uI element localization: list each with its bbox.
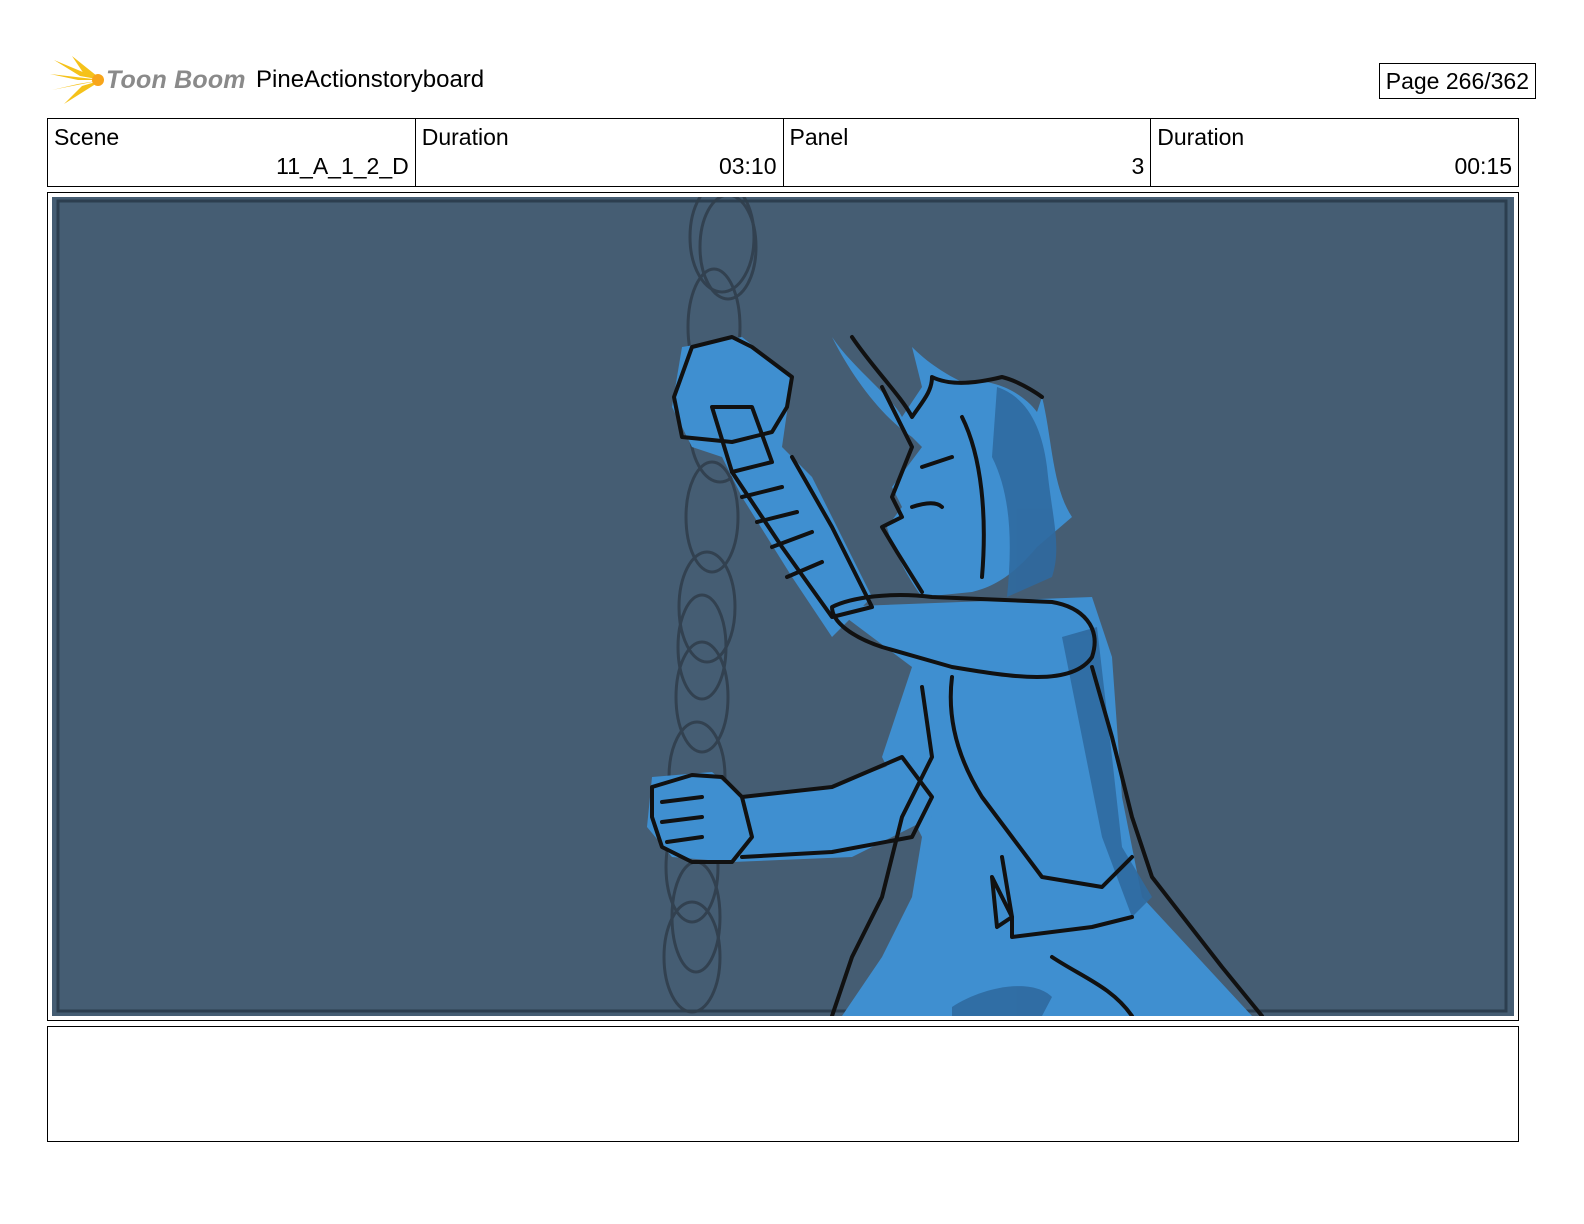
toon-boom-logo: Toon Boom [50, 54, 246, 106]
scene-label: Scene [54, 124, 120, 150]
scene-duration-label: Duration [421, 124, 509, 150]
starburst-logo-icon [50, 56, 104, 104]
scene-cell: Scene 11_A_1_2_D [48, 119, 416, 186]
scene-value: 11_A_1_2_D [276, 153, 409, 179]
chain-sketch [662, 197, 758, 1014]
page-number: Page 266/362 [1378, 63, 1536, 99]
scene-info-table: Scene 11_A_1_2_D Duration 03:10 Panel 3 … [47, 118, 1519, 187]
page-header: Toon Boom PineActionstoryboard Page 266/… [48, 52, 1536, 108]
panel-notes-box[interactable] [47, 1026, 1519, 1142]
panel-duration-label: Duration [1157, 124, 1245, 150]
character-sketch [56, 197, 1508, 1016]
storyboard-panel [47, 192, 1519, 1021]
panel-duration-cell: Duration 00:15 [1151, 119, 1518, 186]
project-title: PineActionstoryboard [256, 66, 485, 93]
panel-label: Panel [789, 124, 849, 150]
panel-duration-value: 00:15 [1454, 153, 1512, 179]
scene-duration-value: 03:10 [718, 153, 777, 179]
panel-artwork [52, 197, 1514, 1016]
panel-cell: Panel 3 [784, 119, 1152, 186]
logo-text: Toon Boom [106, 66, 246, 94]
scene-duration-cell: Duration 03:10 [416, 119, 784, 186]
panel-value: 3 [1131, 153, 1145, 179]
